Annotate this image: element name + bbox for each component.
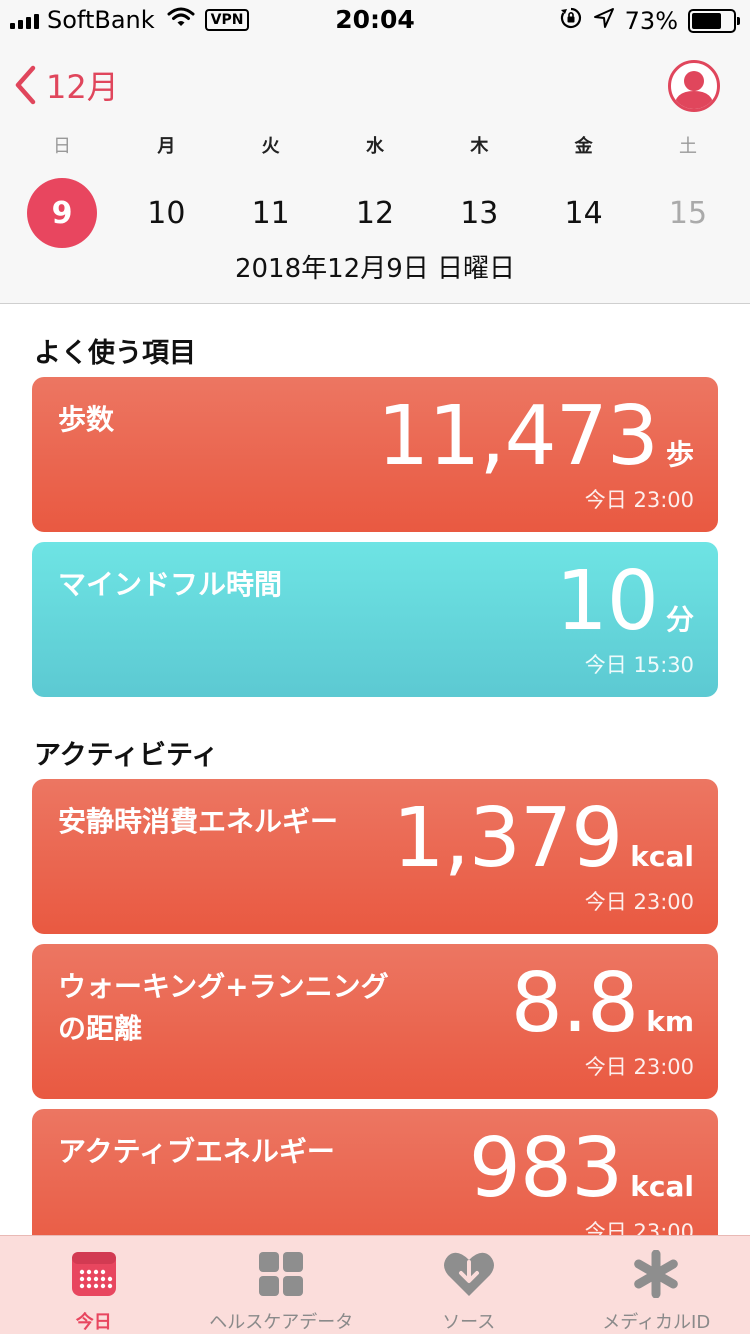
card-title: 安静時消費エネルギー	[58, 805, 339, 838]
rotation-lock-icon	[559, 6, 583, 36]
card-timestamp: 今日 23:00	[584, 488, 694, 512]
back-label: 12月	[46, 68, 119, 106]
heart-download-icon	[443, 1250, 495, 1298]
profile-button[interactable]	[668, 60, 720, 112]
card-timestamp: 今日 23:00	[584, 1220, 694, 1235]
full-date-label: 2018年12月9日 日曜日	[234, 254, 516, 284]
favorites-section-title: よく使う項目	[34, 338, 196, 369]
activity-section-title: アクティビティ	[34, 740, 219, 771]
card-title: アクティブエネルギー	[58, 1135, 335, 1168]
asterisk-icon	[632, 1250, 680, 1298]
card-title: 歩数	[58, 403, 115, 436]
weekday-label: 金	[574, 136, 593, 157]
steps-card[interactable]: 歩数 11,473 歩 今日 23:00	[32, 377, 718, 532]
weekday-label: 木	[470, 136, 489, 157]
date-header: 12月 日 9 月 10 火 11 水 12 木 13 金 14 土 15 20…	[0, 40, 750, 304]
card-unit: kcal	[630, 840, 694, 873]
card-unit: km	[646, 1005, 694, 1038]
status-right-group: 73%	[559, 6, 740, 36]
location-icon	[593, 7, 615, 35]
tab-medical-id[interactable]: メディカルID	[563, 1236, 750, 1334]
tab-label: ヘルスケアデータ	[209, 1312, 354, 1333]
day-fri: 金 14	[532, 132, 636, 248]
card-unit: 歩	[665, 438, 694, 471]
back-button[interactable]: 12月	[14, 62, 119, 108]
day-wed: 水 12	[323, 132, 427, 248]
tab-label: ソース	[442, 1312, 496, 1333]
mindful-minutes-card[interactable]: マインドフル時間 10 分 今日 15:30	[32, 542, 718, 697]
card-unit: 分	[665, 603, 694, 636]
card-value-group: 8.8 km	[511, 954, 694, 1054]
card-value: 983	[468, 1121, 624, 1216]
card-value: 8.8	[510, 956, 639, 1051]
battery-level	[692, 13, 722, 29]
tab-bar: 今日 ヘルスケアデータ ソース メディカルID	[0, 1235, 750, 1334]
day-thu: 木 13	[427, 132, 531, 248]
day-sun: 日 9	[10, 132, 114, 248]
resting-energy-card[interactable]: 安静時消費エネルギー 1,379 kcal 今日 23:00	[32, 779, 718, 934]
calendar-icon	[70, 1250, 118, 1298]
date-15[interactable]: 15	[653, 178, 723, 248]
weekday-label: 火	[261, 136, 280, 157]
card-value-group: 11,473 歩	[377, 387, 694, 487]
weekday-label: 月	[157, 136, 176, 157]
active-energy-card[interactable]: アクティブエネルギー 983 kcal 今日 23:00	[32, 1109, 718, 1235]
date-9[interactable]: 9	[27, 178, 97, 248]
weekday-label: 日	[53, 136, 71, 157]
card-value-group: 983 kcal	[469, 1119, 694, 1219]
card-value: 1,379	[392, 791, 624, 886]
card-timestamp: 今日 23:00	[584, 1055, 694, 1079]
card-value: 11,473	[377, 389, 659, 484]
date-12[interactable]: 12	[340, 178, 410, 248]
tab-sources[interactable]: ソース	[375, 1236, 563, 1334]
card-unit: kcal	[630, 1170, 694, 1203]
card-title: ウォーキング+ランニングの距離	[58, 970, 389, 1045]
weekday-label: 水	[365, 136, 384, 157]
battery-icon	[688, 9, 740, 33]
date-11[interactable]: 11	[236, 178, 306, 248]
card-value: 10	[555, 554, 659, 649]
grid-icon	[257, 1250, 305, 1298]
card-value-group: 1,379 kcal	[393, 789, 694, 889]
card-value-group: 10 分	[556, 552, 694, 652]
card-timestamp: 今日 23:00	[584, 890, 694, 914]
summary-content[interactable]: よく使う項目 歩数 11,473 歩 今日 23:00 マインドフル時間 10 …	[0, 305, 750, 1235]
health-app-screen: SoftBank VPN 20:04 73% 12月 日 9 月 10 火 11…	[0, 0, 750, 1334]
status-bar: SoftBank VPN 20:04 73%	[0, 0, 750, 40]
tab-label: メディカルID	[602, 1312, 711, 1333]
date-13[interactable]: 13	[444, 178, 514, 248]
tab-health-data[interactable]: ヘルスケアデータ	[188, 1236, 376, 1334]
card-title: マインドフル時間	[58, 568, 283, 601]
card-timestamp: 今日 15:30	[584, 653, 694, 677]
day-sat: 土 15	[636, 132, 740, 248]
walking-running-distance-card[interactable]: ウォーキング+ランニングの距離 8.8 km 今日 23:00	[32, 944, 718, 1099]
chevron-left-icon	[14, 65, 36, 105]
week-row: 日 9 月 10 火 11 水 12 木 13 金 14 土 15	[10, 132, 740, 248]
date-14[interactable]: 14	[549, 178, 619, 248]
date-10[interactable]: 10	[131, 178, 201, 248]
day-mon: 月 10	[114, 132, 218, 248]
battery-percent: 73%	[624, 7, 678, 35]
profile-icon	[674, 71, 714, 109]
day-tue: 火 11	[219, 132, 323, 248]
tab-today[interactable]: 今日	[0, 1236, 188, 1334]
weekday-label: 土	[678, 136, 697, 157]
tab-label: 今日	[75, 1312, 112, 1333]
